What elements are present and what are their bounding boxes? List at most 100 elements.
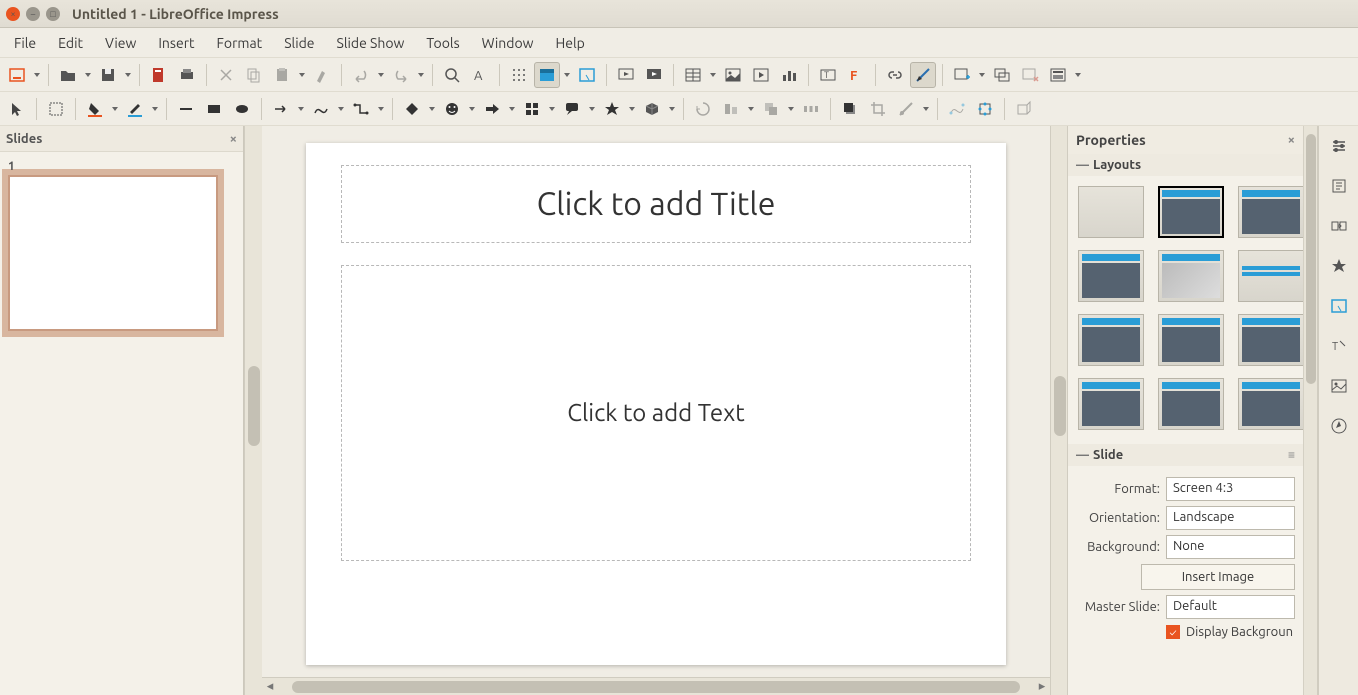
- fontwork-icon[interactable]: F: [843, 62, 869, 88]
- line-icon[interactable]: [173, 96, 199, 122]
- hyperlink-icon[interactable]: [882, 62, 908, 88]
- window-maximize-button[interactable]: □: [46, 7, 60, 21]
- rectangle-icon[interactable]: [201, 96, 227, 122]
- ellipse-icon[interactable]: [229, 96, 255, 122]
- new-dropdown[interactable]: [32, 62, 42, 88]
- flowchart-icon[interactable]: [519, 96, 545, 122]
- layout-title-only[interactable]: [1238, 186, 1303, 238]
- start-first-icon[interactable]: [613, 62, 639, 88]
- line-color-dropdown[interactable]: [150, 96, 160, 122]
- undo-icon[interactable]: [348, 62, 374, 88]
- properties-scrollbar[interactable]: [1303, 126, 1317, 695]
- new-slide-dropdown[interactable]: [977, 62, 987, 88]
- text-placeholder[interactable]: Click to add Text: [341, 265, 971, 561]
- star-dropdown[interactable]: [627, 96, 637, 122]
- align-icon[interactable]: [718, 96, 744, 122]
- display-views-icon[interactable]: [534, 62, 560, 88]
- zoompan-icon[interactable]: [43, 96, 69, 122]
- duplicate-slide-icon[interactable]: [989, 62, 1015, 88]
- layouts-section-header[interactable]: Layouts: [1068, 154, 1303, 176]
- threed-icon[interactable]: [639, 96, 665, 122]
- redo-icon[interactable]: [388, 62, 414, 88]
- slide-thumbnail[interactable]: [8, 175, 218, 331]
- open-icon[interactable]: [55, 62, 81, 88]
- menu-view[interactable]: View: [95, 31, 146, 55]
- grid-icon[interactable]: [506, 62, 532, 88]
- shadow-icon[interactable]: [837, 96, 863, 122]
- slide-layout-dropdown[interactable]: [1073, 62, 1083, 88]
- background-select[interactable]: None: [1166, 535, 1295, 559]
- fill-color-dropdown[interactable]: [110, 96, 120, 122]
- new-icon[interactable]: [4, 62, 30, 88]
- layout-1over2[interactable]: [1078, 378, 1144, 430]
- layout-two-content[interactable]: [1078, 250, 1144, 302]
- start-current-icon[interactable]: [641, 62, 667, 88]
- curve-icon[interactable]: [308, 96, 334, 122]
- sidebar-settings-icon[interactable]: [1325, 132, 1353, 160]
- slide-section-header[interactable]: Slide ≡: [1068, 444, 1303, 466]
- rotate-icon[interactable]: [690, 96, 716, 122]
- arrow-line-dropdown[interactable]: [296, 96, 306, 122]
- save-dropdown[interactable]: [123, 62, 133, 88]
- undo-dropdown[interactable]: [376, 62, 386, 88]
- print-icon[interactable]: [174, 62, 200, 88]
- master-select[interactable]: Default: [1166, 595, 1295, 619]
- block-arrow-icon[interactable]: [479, 96, 505, 122]
- line-color-icon[interactable]: [122, 96, 148, 122]
- menu-edit[interactable]: Edit: [48, 31, 93, 55]
- menu-file[interactable]: File: [4, 31, 46, 55]
- filter-dropdown[interactable]: [921, 96, 931, 122]
- insert-image-button[interactable]: Insert Image: [1141, 564, 1295, 590]
- layout-6content[interactable]: [1238, 378, 1303, 430]
- slides-panel-close-icon[interactable]: ×: [230, 132, 237, 146]
- flowchart-dropdown[interactable]: [547, 96, 557, 122]
- basic-shapes-icon[interactable]: [399, 96, 425, 122]
- export-pdf-icon[interactable]: [146, 62, 172, 88]
- sidebar-styles-icon[interactable]: T: [1325, 332, 1353, 360]
- slide-section-menu-icon[interactable]: ≡: [1288, 448, 1295, 462]
- save-icon[interactable]: [95, 62, 121, 88]
- arrange-icon[interactable]: [758, 96, 784, 122]
- properties-close-icon[interactable]: ×: [1288, 133, 1295, 147]
- spellcheck-icon[interactable]: A: [467, 62, 493, 88]
- layout-content-only[interactable]: [1158, 250, 1224, 302]
- master-slide-icon[interactable]: [574, 62, 600, 88]
- show-draw-icon[interactable]: [910, 62, 936, 88]
- menu-format[interactable]: Format: [207, 31, 273, 55]
- layout-2x2a[interactable]: [1078, 314, 1144, 366]
- layout-blank[interactable]: [1078, 186, 1144, 238]
- chart-icon[interactable]: [776, 62, 802, 88]
- extrusion-icon[interactable]: [1011, 96, 1037, 122]
- window-minimize-button[interactable]: –: [26, 7, 40, 21]
- sidebar-properties-icon[interactable]: [1325, 172, 1353, 200]
- connector-dropdown[interactable]: [376, 96, 386, 122]
- select-icon[interactable]: [4, 96, 30, 122]
- menu-window[interactable]: Window: [472, 31, 544, 55]
- points-icon[interactable]: [944, 96, 970, 122]
- layout-2x2b[interactable]: [1158, 314, 1224, 366]
- star-icon[interactable]: [599, 96, 625, 122]
- callout-dropdown[interactable]: [587, 96, 597, 122]
- block-arrow-dropdown[interactable]: [507, 96, 517, 122]
- curve-dropdown[interactable]: [336, 96, 346, 122]
- callout-icon[interactable]: [559, 96, 585, 122]
- layout-4content[interactable]: [1158, 378, 1224, 430]
- paste-dropdown[interactable]: [297, 62, 307, 88]
- format-select[interactable]: Screen 4:3: [1166, 477, 1295, 501]
- textbox-icon[interactable]: T: [815, 62, 841, 88]
- clone-format-icon[interactable]: [309, 62, 335, 88]
- distribute-icon[interactable]: [798, 96, 824, 122]
- orientation-select[interactable]: Landscape: [1166, 506, 1295, 530]
- menu-help[interactable]: Help: [546, 31, 595, 55]
- window-close-button[interactable]: ×: [6, 7, 20, 21]
- table-icon[interactable]: [680, 62, 706, 88]
- edit-vertical-scrollbar-right[interactable]: [1050, 126, 1068, 695]
- paste-icon[interactable]: [269, 62, 295, 88]
- arrange-dropdown[interactable]: [786, 96, 796, 122]
- title-placeholder[interactable]: Click to add Title: [341, 165, 971, 243]
- delete-slide-icon[interactable]: [1017, 62, 1043, 88]
- copy-icon[interactable]: [241, 62, 267, 88]
- threed-dropdown[interactable]: [667, 96, 677, 122]
- edit-horizontal-scrollbar[interactable]: [262, 677, 1050, 695]
- image-icon[interactable]: [720, 62, 746, 88]
